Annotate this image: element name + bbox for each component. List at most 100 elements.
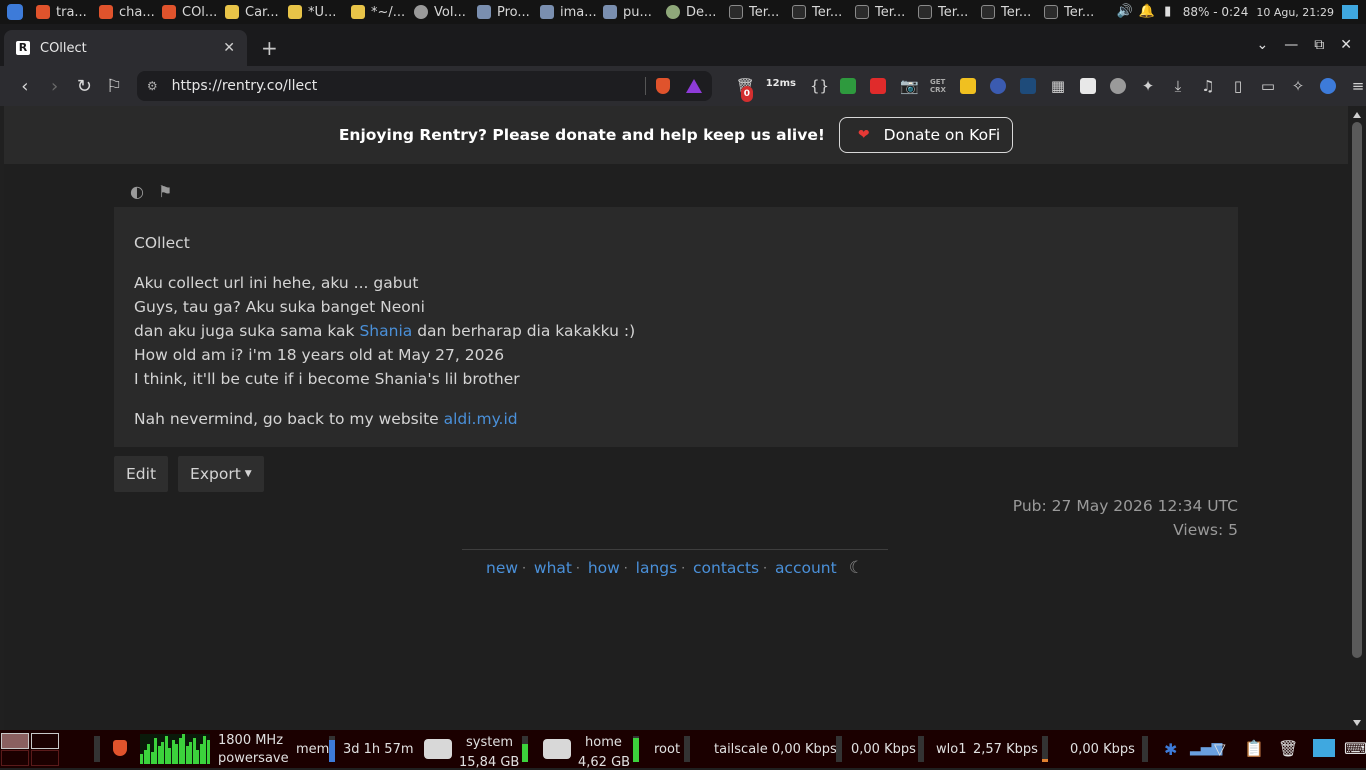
show-desktop-icon[interactable] (1342, 5, 1358, 19)
page-scrollbar[interactable] (1348, 106, 1366, 730)
vpn-icon[interactable]: ▽ (1214, 740, 1226, 758)
taskbar-task[interactable]: cha... (93, 0, 156, 24)
maximize-icon[interactable]: ⧉ (1314, 37, 1324, 53)
report-flag-icon[interactable]: ⚑ (158, 182, 172, 201)
uptime: 3d 1h 57m (343, 742, 414, 757)
scroll-up-icon[interactable] (1353, 112, 1361, 118)
desktop-pager-3[interactable] (1, 750, 29, 766)
brave-shields-icon[interactable] (655, 78, 670, 94)
taskbar-task-label: De... (686, 4, 717, 20)
leo-ai-icon[interactable]: ✧ (1290, 78, 1306, 94)
extension-white-icon[interactable] (1079, 78, 1096, 94)
green-icon (666, 5, 680, 19)
taskbar-task[interactable]: *~/... (345, 0, 408, 24)
extension-red-icon[interactable] (869, 78, 886, 94)
extension-circle-icon[interactable] (1109, 78, 1126, 94)
page-content: Enjoying Rentry? Please donate and help … (4, 106, 1348, 730)
footer-link-how[interactable]: how (588, 559, 620, 577)
taskbar-task[interactable]: pu... (597, 0, 660, 24)
taskbar-task[interactable]: Ter... (723, 0, 786, 24)
brave-rewards-icon[interactable] (685, 79, 702, 93)
footer-link-new[interactable]: new (486, 559, 518, 577)
trash-icon[interactable]: 🗑 (1278, 739, 1298, 758)
taskbar-task[interactable]: *U... (282, 0, 345, 24)
back-icon[interactable]: ‹ (10, 71, 40, 101)
scroll-down-icon[interactable] (1353, 720, 1361, 726)
cursor-extension-icon[interactable] (989, 78, 1006, 94)
address-bar[interactable]: ⚙ https://rentry.co/llect (136, 71, 712, 101)
keyboard-icon[interactable]: ⌨ (1344, 739, 1366, 758)
shania-link[interactable]: Shania (359, 322, 412, 340)
tab-search-icon[interactable]: ⌄ (1257, 37, 1269, 53)
bluetooth-icon[interactable]: ✱ (1164, 740, 1177, 759)
url-text[interactable]: https://rentry.co/llect (172, 78, 635, 94)
media-icon[interactable]: ♫ (1200, 78, 1216, 94)
dark-mode-icon[interactable]: ☾ (849, 558, 864, 578)
taskbar-task[interactable]: Ter... (1038, 0, 1101, 24)
app-launcher-icon[interactable] (0, 0, 30, 24)
site-info-icon[interactable]: ⚙ (147, 79, 158, 93)
footer-link-contacts[interactable]: contacts (693, 559, 759, 577)
close-window-icon[interactable]: ✕ (1340, 37, 1352, 53)
desktop-pager-2[interactable] (31, 733, 59, 749)
taskbar-task-label: COl... (182, 4, 218, 20)
extension-trash-icon[interactable]: 🗑0 (736, 78, 755, 102)
menu-icon[interactable]: ≡ (1350, 78, 1366, 94)
taskbar-task[interactable]: Ter... (975, 0, 1038, 24)
taskbar-task[interactable]: ima... (534, 0, 597, 24)
profile-icon[interactable] (1319, 78, 1336, 94)
brave-launcher-icon[interactable] (113, 740, 127, 756)
footer-link-account[interactable]: account (775, 559, 837, 577)
clock[interactable]: 10 Agu, 21:29 (1256, 6, 1334, 19)
screen-icon[interactable] (1313, 739, 1335, 757)
minimize-icon[interactable]: — (1284, 37, 1298, 53)
extension-green-icon[interactable] (839, 78, 856, 94)
camera-extension-icon[interactable]: 📷 (900, 78, 919, 94)
tab-collect[interactable]: R COllect ✕ (4, 30, 247, 66)
extensions-puzzle-icon[interactable]: ✦ (1140, 78, 1156, 94)
clipboard-icon[interactable]: 📋 (1244, 739, 1264, 758)
battery-status[interactable]: 88% - 0:24 (1183, 5, 1249, 19)
taskbar-task[interactable]: tra... (30, 0, 93, 24)
new-tab-icon[interactable]: + (261, 30, 278, 66)
downloads-icon[interactable]: ⤓ (1170, 78, 1186, 94)
footer-link-what[interactable]: what (534, 559, 572, 577)
bookmark-icon[interactable]: ⚐ (99, 71, 129, 101)
terminal-icon (981, 5, 995, 19)
taskbar-task[interactable]: Vol... (408, 0, 471, 24)
extension-dark-icon[interactable]: ▦ (1050, 78, 1066, 94)
close-tab-icon[interactable]: ✕ (223, 40, 235, 56)
entry-title: COllect (134, 234, 190, 252)
forward-icon[interactable]: › (40, 71, 70, 101)
wallet-icon[interactable]: ▭ (1260, 78, 1276, 94)
desktop-pager-1[interactable] (1, 733, 29, 749)
website-link[interactable]: aldi.my.id (444, 410, 518, 428)
get-crx-icon[interactable]: GET CRX (930, 78, 946, 94)
donate-button[interactable]: ❤ Donate on KoFi (838, 117, 1014, 153)
battery-icon[interactable]: ▮ (1161, 5, 1175, 19)
taskbar-task[interactable]: De... (660, 0, 723, 24)
extension-blue-icon[interactable] (1019, 78, 1036, 94)
taskbar-task[interactable]: Car... (219, 0, 282, 24)
scrollbar-thumb[interactable] (1352, 122, 1362, 658)
taskbar-task-label: Ter... (812, 4, 843, 20)
taskbar-task[interactable]: COl... (156, 0, 219, 24)
volume-icon[interactable]: 🔊 (1117, 5, 1133, 19)
theme-toggle-icon[interactable]: ◐ (130, 182, 144, 201)
extension-yellow-icon[interactable] (959, 78, 976, 94)
footer-link-langs[interactable]: langs (636, 559, 678, 577)
edit-button[interactable]: Edit (114, 456, 169, 492)
ping-extension-icon[interactable]: 12ms (766, 78, 796, 94)
reload-icon[interactable]: ↻ (69, 71, 99, 101)
desktop-pager-4[interactable] (31, 750, 59, 766)
home-label: home (585, 735, 622, 750)
notifications-icon[interactable]: 🔔 (1139, 5, 1155, 19)
export-button[interactable]: Export ▼ (178, 456, 264, 492)
taskbar-task[interactable]: Pro... (471, 0, 534, 24)
taskbar-task[interactable]: Ter... (849, 0, 912, 24)
taskbar-task[interactable]: Ter... (912, 0, 975, 24)
taskbar-task[interactable]: Ter... (786, 0, 849, 24)
sidebar-icon[interactable]: ▯ (1230, 78, 1246, 94)
json-extension-icon[interactable]: {} (810, 78, 829, 94)
terminal-icon (855, 5, 869, 19)
